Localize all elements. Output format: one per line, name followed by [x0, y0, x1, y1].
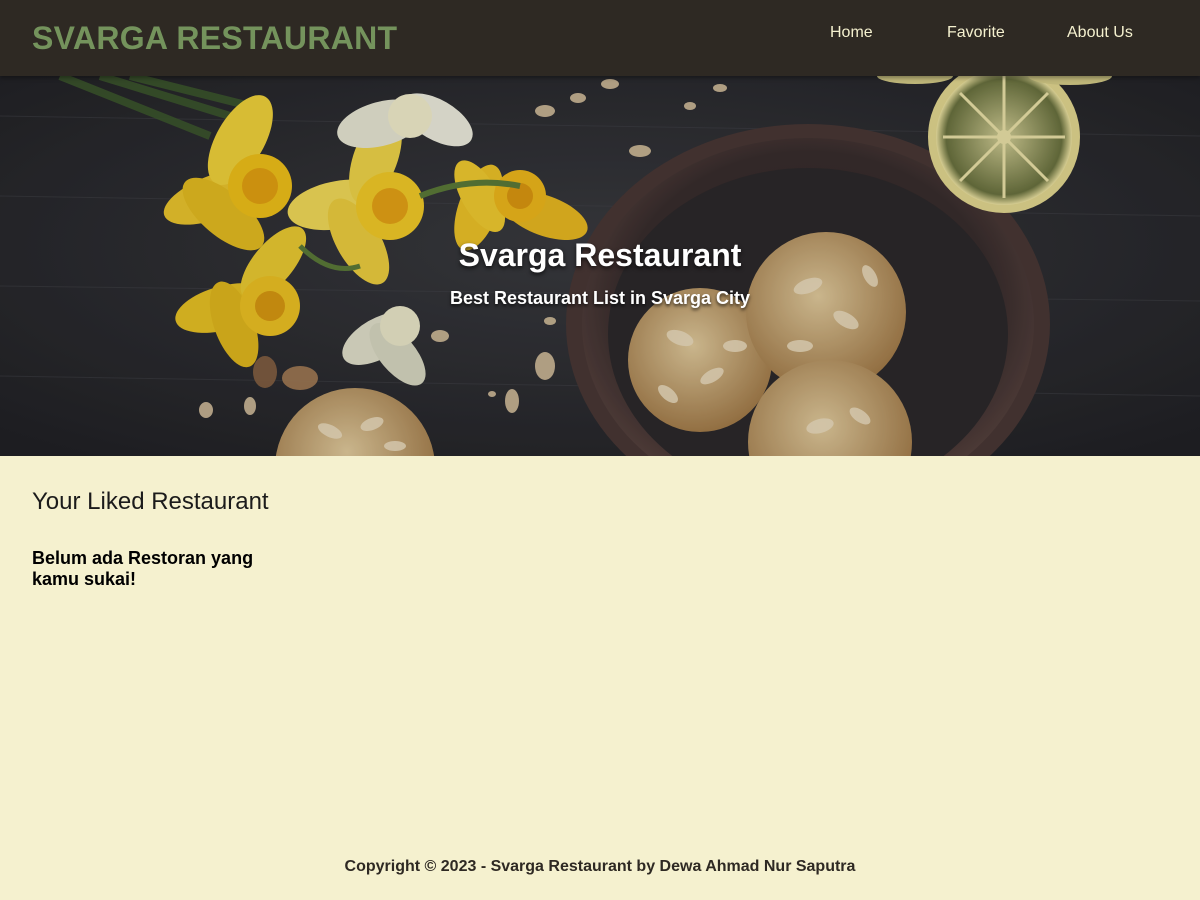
nav-about-link[interactable]: About Us — [1067, 22, 1133, 44]
hero-title: Svarga Restaurant — [458, 237, 742, 273]
page-footer: Copyright © 2023 - Svarga Restaurant by … — [0, 855, 1200, 879]
nav-favorite-link[interactable]: Favorite — [947, 22, 1005, 44]
app-header: SVARGA RESTAURANT Home Favorite About Us — [0, 0, 1200, 76]
empty-state-message: Belum ada Restoran yang kamu sukai! — [32, 548, 254, 589]
hero-subtitle: Best Restaurant List in Svarga City — [449, 288, 751, 308]
nav-home-link[interactable]: Home — [830, 22, 873, 44]
hero-banner: Svarga Restaurant Best Restaurant List i… — [0, 76, 1200, 456]
brand-logo-link[interactable]: SVARGA RESTAURANT — [32, 18, 397, 58]
section-title: Your Liked Restaurant — [32, 488, 269, 515]
copyright-text: Copyright © 2023 - Svarga Restaurant by … — [344, 858, 856, 875]
main-content: Your Liked Restaurant Belum ada Restoran… — [32, 488, 1168, 590]
